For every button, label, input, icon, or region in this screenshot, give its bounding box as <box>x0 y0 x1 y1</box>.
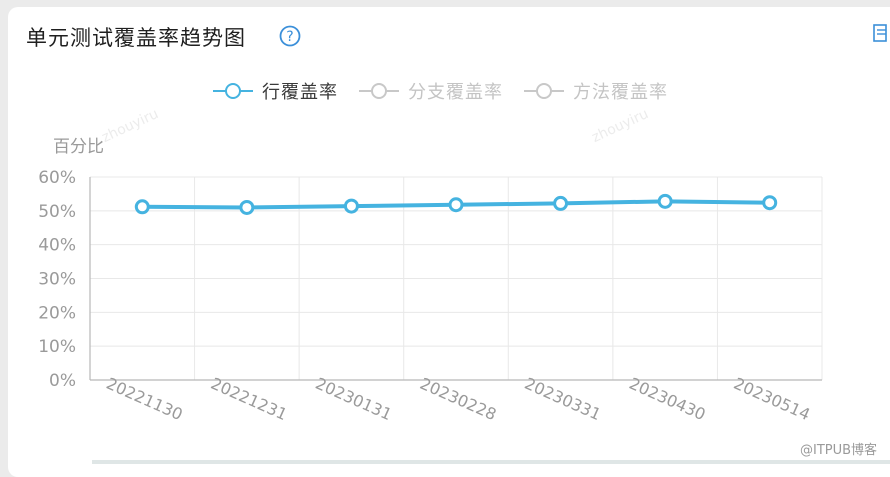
data-point <box>553 195 569 211</box>
x-tick-label: 20230331 <box>522 374 604 424</box>
data-point <box>762 195 778 211</box>
y-tick-label: 0% <box>49 371 76 391</box>
x-tick-label: 20230131 <box>313 374 395 424</box>
data-point <box>448 197 464 213</box>
y-tick-label: 60% <box>38 168 76 188</box>
y-tick-label: 10% <box>38 337 76 357</box>
data-point <box>657 193 673 209</box>
data-point <box>343 198 359 214</box>
y-tick-label: 30% <box>38 270 76 290</box>
x-tick-label: 20230514 <box>731 374 813 424</box>
x-tick-label: 20230228 <box>417 374 499 424</box>
data-point <box>134 199 150 215</box>
x-tick-label: 20230430 <box>626 374 708 424</box>
line-chart: 0% 10% 20% 30% 40% 50% 60% 20221130 20221231 2023… <box>38 168 823 424</box>
x-tick-label: 20221130 <box>103 374 185 424</box>
footer-watermark: @ITPUB博客 <box>800 443 878 458</box>
data-point <box>239 199 255 215</box>
y-tick-label: 40% <box>38 236 76 256</box>
x-tick-label: 20221231 <box>208 374 290 424</box>
y-tick-label: 20% <box>38 303 76 323</box>
scroll-bar[interactable] <box>92 460 890 464</box>
y-tick-label: 50% <box>38 202 76 222</box>
